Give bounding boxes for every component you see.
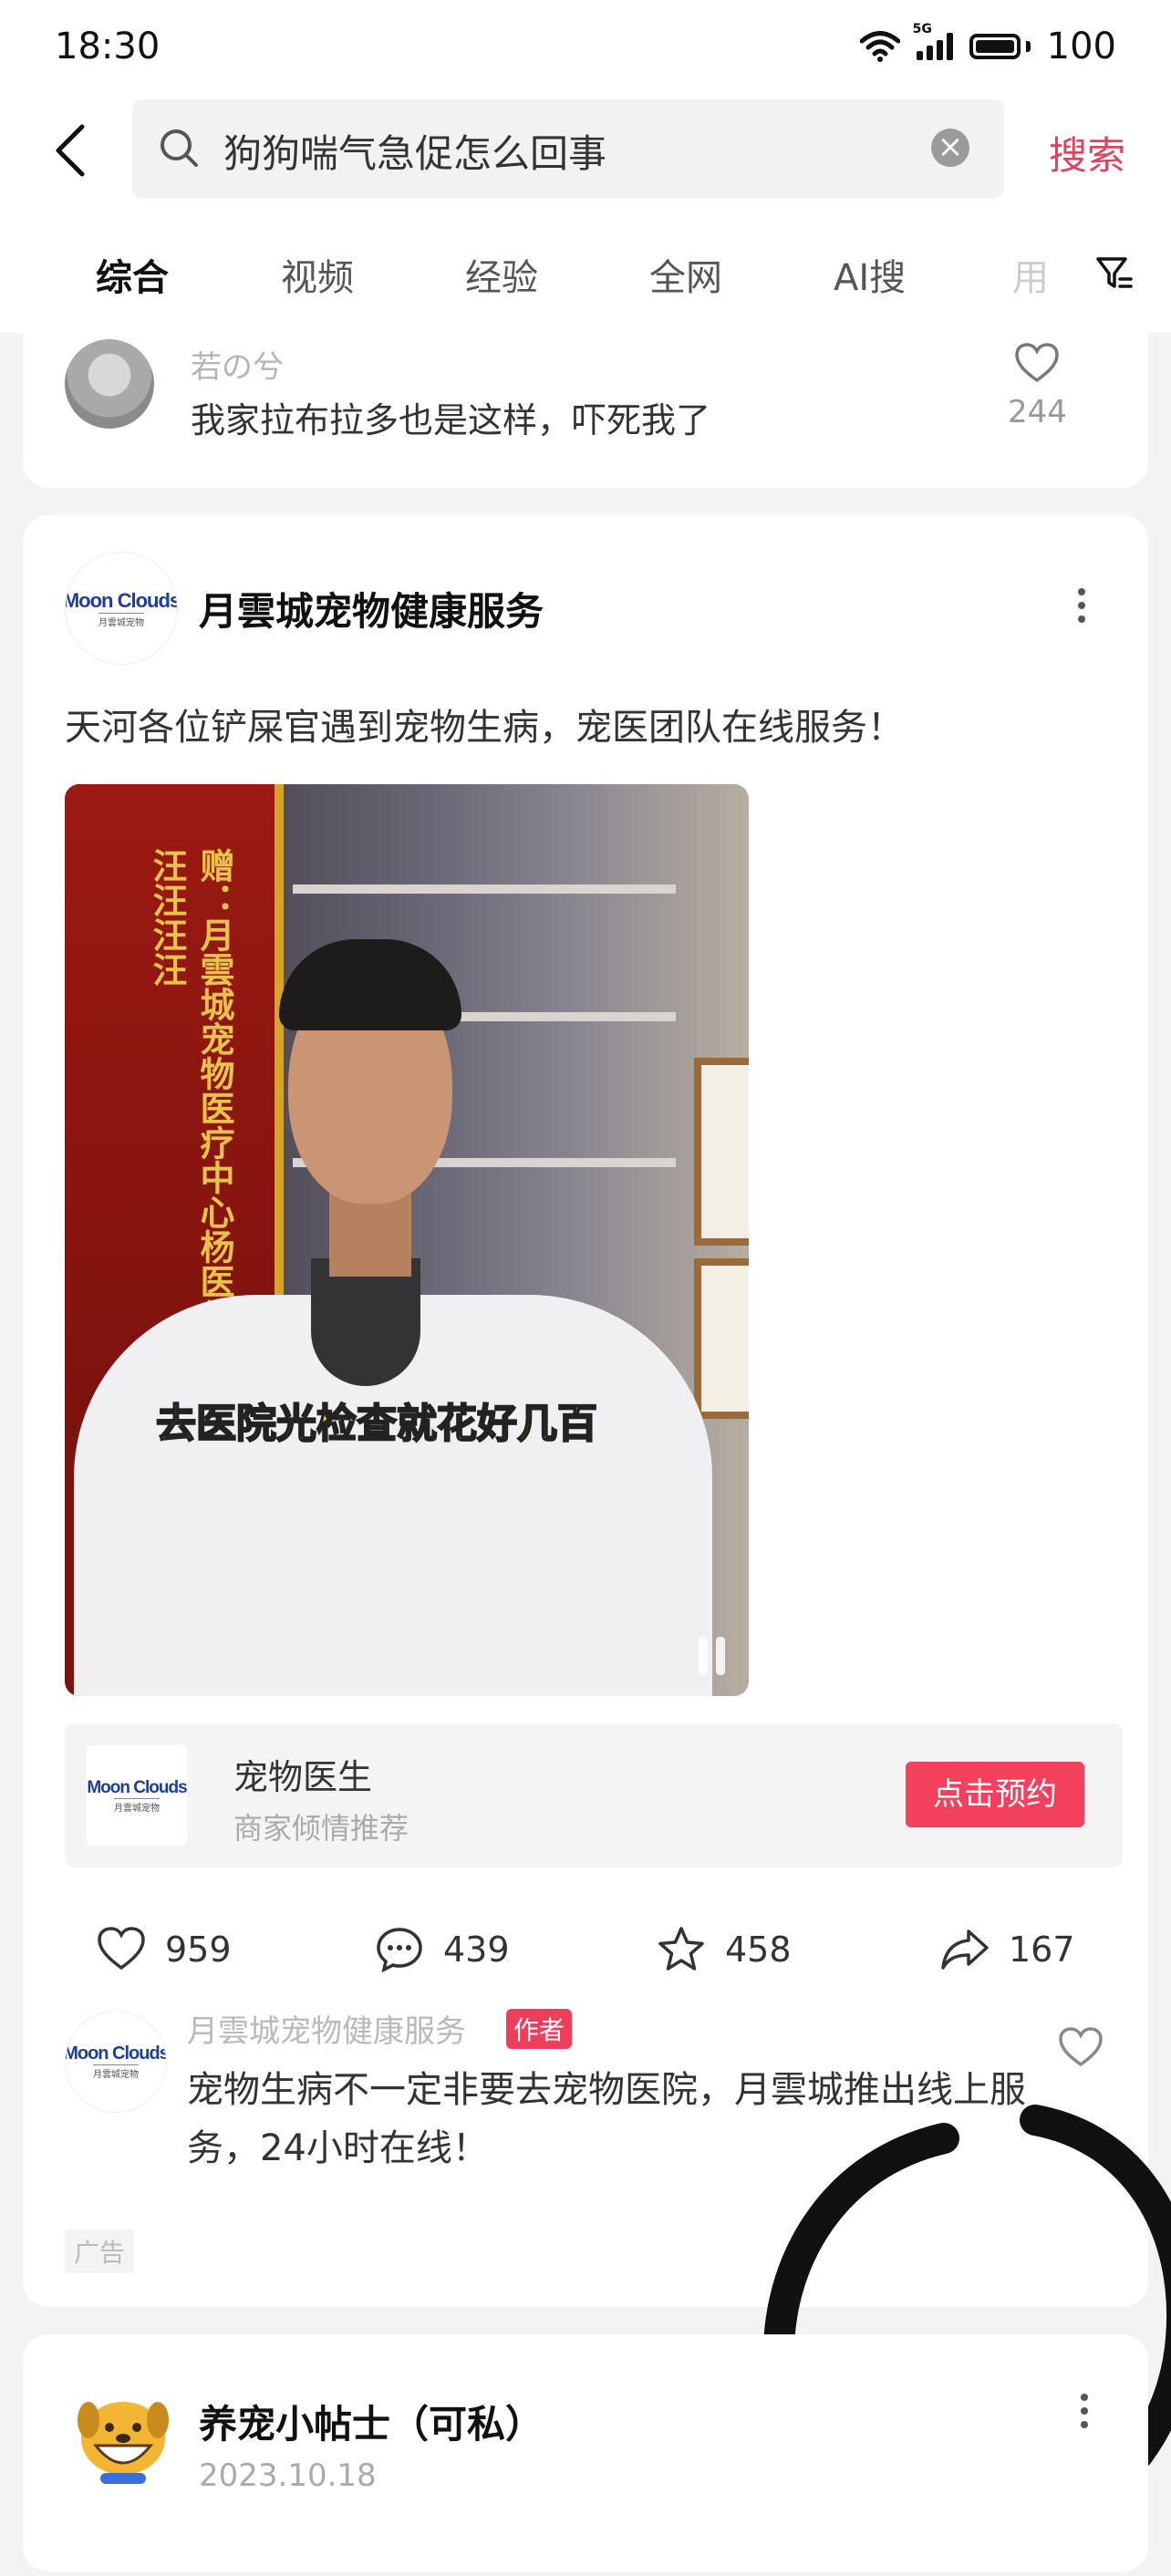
post-date: 2023.10.18: [199, 2457, 377, 2494]
status-bar: 18:30 5G 100: [0, 0, 1171, 96]
video-caption: 去医院光检查就花好几百: [155, 1400, 598, 1448]
author-logo-text: Moon Clouds: [65, 2043, 167, 2064]
certificate-frame: [694, 1258, 749, 1419]
tab-experience[interactable]: 经验: [465, 248, 538, 301]
tab-web[interactable]: 全网: [649, 248, 722, 301]
battery-level: 100: [1046, 26, 1116, 67]
more-options-icon[interactable]: [1081, 2394, 1090, 2428]
comment-text: 我家拉布拉多也是这样，吓死我了: [191, 400, 711, 440]
logo-subtext: 月雲城宠物: [98, 612, 144, 628]
tab-ai-search[interactable]: AI搜: [834, 248, 906, 301]
tab-user[interactable]: 用: [1012, 248, 1049, 301]
comment-count: 439: [443, 1929, 510, 1970]
promo-bar[interactable]: Moon Clouds 月雲城宠物 宠物医生 商家倾情推荐 点击预约: [65, 1723, 1123, 1867]
author-name[interactable]: 月雲城宠物健康服务: [187, 2006, 466, 2051]
search-icon: [161, 129, 198, 167]
comment-action[interactable]: 439: [374, 1924, 510, 1975]
cartoon-dog-avatar[interactable]: [68, 2382, 178, 2491]
favorite-count: 458: [725, 1929, 792, 1970]
tab-video[interactable]: 视频: [281, 248, 354, 301]
comment-card: 若の兮 我家拉布拉多也是这样，吓死我了 244: [23, 310, 1148, 488]
more-options-icon[interactable]: [1078, 588, 1087, 623]
status-time: 18:30: [55, 26, 161, 67]
video-player[interactable]: 赠：月雲城宠物医疗中心杨医生 汪汪汪汪汪汪 去医院光检查就花好几百: [65, 784, 749, 1696]
author-badge: 作者: [506, 2009, 573, 2049]
wifi-icon: [859, 31, 900, 62]
promo-subtitle: 商家倾情推荐: [233, 1811, 409, 1846]
promo-title: 宠物医生: [233, 1757, 373, 1797]
network-type: 5G: [912, 22, 932, 36]
account-logo[interactable]: Moon Clouds 月雲城宠物: [65, 552, 178, 665]
battery-icon: [969, 34, 1021, 59]
promo-logo-subtext: 月雲城宠物: [114, 1797, 160, 1814]
like-action[interactable]: 959: [96, 1924, 232, 1975]
comment-username[interactable]: 若の兮: [191, 342, 284, 387]
tab-comprehensive[interactable]: 综合: [96, 248, 169, 301]
search-header: 狗狗喘气急促怎么回事 × 搜索: [0, 96, 1171, 219]
share-icon: [941, 1929, 989, 1970]
heart-icon[interactable]: [1058, 2026, 1104, 2068]
battery-nub: [1025, 41, 1031, 52]
shelf: [293, 885, 676, 894]
avatar[interactable]: [65, 339, 154, 429]
favorite-action[interactable]: 458: [656, 1924, 792, 1975]
author-avatar[interactable]: Moon Clouds 月雲城宠物: [65, 2011, 167, 2113]
doctor-shirt: [311, 1258, 420, 1386]
promo-logo-text: Moon Clouds: [87, 1777, 187, 1797]
post-description: 天河各位铲屎官遇到宠物生病，宠医团队在线服务！: [65, 707, 904, 749]
share-count: 167: [1009, 1929, 1075, 1970]
filter-icon[interactable]: [1094, 253, 1135, 294]
heart-icon: [98, 1927, 145, 1971]
like-count: 244: [1008, 394, 1067, 430]
account-name[interactable]: 月雲城宠物健康服务: [199, 581, 544, 636]
comment-icon: [377, 1928, 422, 1973]
star-icon: [658, 1927, 704, 1971]
next-post-card: 养宠小帖士（可私） 2023.10.18: [23, 2334, 1148, 2571]
promo-logo: Moon Clouds 月雲城宠物: [87, 1745, 188, 1846]
cell-signal-icon: 5G: [913, 22, 953, 60]
back-arrow-icon[interactable]: [53, 123, 89, 178]
ad-label: 广告: [65, 2229, 135, 2273]
heart-icon[interactable]: [1014, 342, 1060, 384]
search-input[interactable]: 狗狗喘气急促怎么回事 ×: [132, 99, 1004, 198]
author-logo-subtext: 月雲城宠物: [93, 2064, 139, 2080]
post-account-name[interactable]: 养宠小帖士（可私）: [199, 2394, 544, 2449]
share-action[interactable]: 167: [939, 1924, 1075, 1975]
status-indicators: 5G 100: [859, 22, 1116, 67]
doctor-hair: [279, 939, 461, 1030]
search-query[interactable]: 狗狗喘气急促怎么回事: [223, 123, 606, 179]
logo-text: Moon Clouds: [65, 588, 178, 612]
book-appointment-button[interactable]: 点击预约: [906, 1762, 1084, 1827]
like-count: 959: [165, 1929, 232, 1970]
certificate-frame: [694, 1058, 749, 1246]
search-button[interactable]: 搜索: [1049, 125, 1125, 181]
pause-icon[interactable]: [699, 1637, 725, 1675]
ad-post-card: Moon Clouds 月雲城宠物 月雲城宠物健康服务 天河各位铲屎官遇到宠物生…: [23, 515, 1171, 2556]
clear-icon[interactable]: ×: [931, 129, 969, 167]
